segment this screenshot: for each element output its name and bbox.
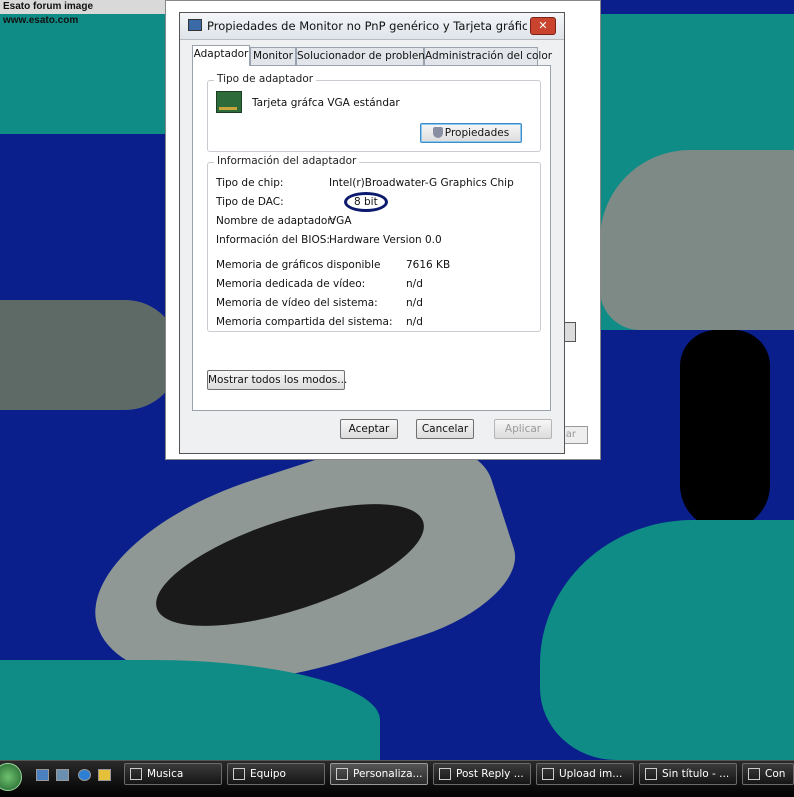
adapter-info-group: Información del adaptador Tipo de chip: …	[207, 155, 541, 332]
properties-button-label: Propiedades	[444, 127, 510, 139]
window-icon	[748, 768, 760, 780]
shared-memory-label: Memoria compartida del sistema:	[216, 316, 393, 328]
list-all-modes-button[interactable]: Mostrar todos los modos...	[207, 370, 347, 390]
tab-administracion-color[interactable]: Administración del color	[424, 47, 552, 65]
monitor-icon	[336, 768, 348, 780]
show-desktop-icon[interactable]	[36, 769, 49, 781]
taskbar-label: Con	[765, 768, 786, 780]
adapter-type-legend: Tipo de adaptador	[214, 73, 317, 85]
available-memory-value: 7616 KB	[406, 259, 451, 271]
internet-explorer-icon	[542, 768, 554, 780]
system-memory-value: n/d	[406, 297, 423, 309]
adapter-info-legend: Información del adaptador	[214, 155, 360, 167]
tab-adaptador[interactable]: Adaptador	[192, 45, 250, 66]
wallpaper-shell	[600, 150, 794, 330]
wallpaper-teal-bottom	[540, 520, 794, 760]
dialog-title: Propiedades de Monitor no PnP genérico y…	[207, 19, 527, 33]
dac-type-label: Tipo de DAC:	[216, 196, 284, 208]
bios-info-label: Información del BIOS:	[216, 234, 330, 246]
apply-button[interactable]: Aplicar	[494, 419, 552, 439]
taskbar-button-upload[interactable]: Upload im...	[536, 763, 634, 785]
bios-info-value: Hardware Version 0.0	[329, 234, 442, 246]
taskbar-button-equipo[interactable]: Equipo	[227, 763, 325, 785]
graphics-card-icon	[216, 91, 242, 113]
folder-icon	[233, 768, 245, 780]
adapter-tab-panel: Tipo de adaptador Tarjeta gráfca VGA est…	[192, 65, 551, 411]
properties-dialog: Propiedades de Monitor no PnP genérico y…	[179, 12, 565, 454]
adapter-name: Tarjeta gráfca VGA estándar	[252, 97, 400, 109]
properties-button[interactable]: Propiedades	[420, 123, 522, 143]
tab-monitor[interactable]: Monitor	[250, 47, 296, 65]
notepad-icon	[645, 768, 657, 780]
start-button[interactable]	[0, 763, 22, 791]
taskbar-button-sin-titulo[interactable]: Sin título - ...	[639, 763, 737, 785]
chip-type-value: Intel(r)Broadwater-G Graphics Chip	[329, 177, 514, 189]
taskbar-label: Post Reply ...	[456, 768, 524, 780]
dedicated-memory-label: Memoria dedicada de vídeo:	[216, 278, 366, 290]
ok-button[interactable]: Aceptar	[340, 419, 398, 439]
adapter-name-value: VGA	[329, 215, 352, 227]
watermark-text: Esato forum image www.esato.com	[0, 0, 168, 26]
taskbar: Musica Equipo Personaliza... Post Reply …	[0, 760, 794, 797]
taskbar-button-musica[interactable]: Musica	[124, 763, 222, 785]
wallpaper-flipper-dark	[680, 330, 770, 530]
taskbar-button-con[interactable]: Con	[742, 763, 794, 785]
available-memory-label: Memoria de gráficos disponible	[216, 259, 381, 271]
taskbar-label: Upload im...	[559, 768, 623, 780]
wallpaper-teal-bottom-left	[0, 660, 380, 760]
taskbar-label: Personaliza...	[353, 768, 423, 780]
close-button[interactable]: ✕	[530, 17, 556, 35]
internet-explorer-icon[interactable]	[78, 769, 91, 781]
taskbar-button-personalizacion[interactable]: Personaliza...	[330, 763, 428, 785]
shared-memory-value: n/d	[406, 316, 423, 328]
media-icon[interactable]	[98, 769, 111, 781]
internet-explorer-icon	[439, 768, 451, 780]
chip-type-label: Tipo de chip:	[216, 177, 284, 189]
dialog-titlebar[interactable]: Propiedades de Monitor no PnP genérico y…	[180, 13, 564, 40]
folder-icon	[130, 768, 142, 780]
adapter-type-group: Tipo de adaptador Tarjeta gráfca VGA est…	[207, 73, 541, 152]
dedicated-memory-value: n/d	[406, 278, 423, 290]
taskbar-label: Equipo	[250, 768, 286, 780]
monitor-icon	[188, 19, 202, 31]
cancel-button[interactable]: Cancelar	[416, 419, 474, 439]
wallpaper-head	[0, 300, 180, 410]
highlight-circle	[344, 192, 388, 212]
shield-icon	[432, 127, 443, 138]
tab-solucionador[interactable]: Solucionador de problemas	[296, 47, 440, 65]
switch-windows-icon[interactable]	[56, 769, 69, 781]
taskbar-button-post-reply[interactable]: Post Reply ...	[433, 763, 531, 785]
taskbar-label: Musica	[147, 768, 184, 780]
system-memory-label: Memoria de vídeo del sistema:	[216, 297, 378, 309]
taskbar-label: Sin título - ...	[662, 768, 730, 780]
adapter-name-label: Nombre de adaptador:	[216, 215, 336, 227]
